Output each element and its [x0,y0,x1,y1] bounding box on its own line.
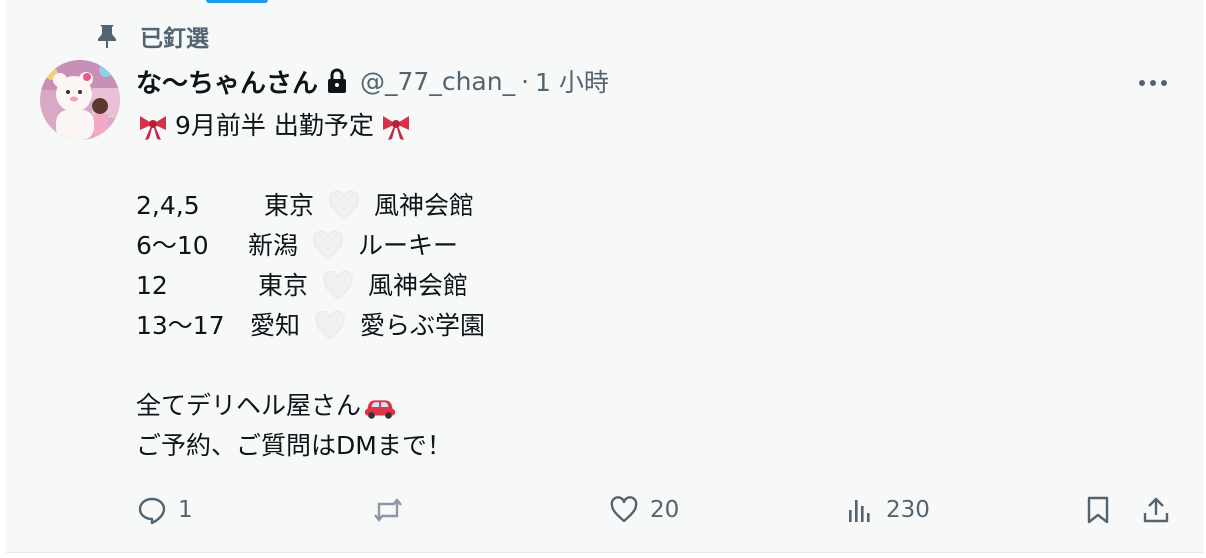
schedule-row: 13〜17 愛知 愛らぶ学園 [136,306,485,346]
white-heart-emoji [310,229,346,263]
tweet-text: 9月前半 出勤予定 2,4,5 東京 風神会館 6〜10 新潟 ルーキー 12 … [136,106,485,466]
schedule-venue: 風神会館 [368,271,469,300]
bookmark-button[interactable] [1082,488,1124,532]
heart-icon [608,494,640,526]
car-emoji [363,389,397,423]
display-name[interactable]: な〜ちゃんさん [136,63,318,100]
schedule-venue: 風神会館 [374,191,475,220]
schedule-dates: 13〜17 [136,311,225,340]
like-count: 20 [650,497,680,523]
white-heart-emoji [320,269,356,303]
views-icon [844,494,876,526]
intro-line: 9月前半 出勤予定 [136,106,485,146]
more-icon [1138,72,1168,91]
pinned-label: 已釘選 [140,26,209,52]
outro-text: 全てデリヘル屋さん [136,391,362,420]
tweet-header: な〜ちゃんさん @_77_chan_ · 1 小時 [136,60,609,102]
schedule-row: 2,4,5 東京 風神会館 [136,186,485,226]
schedule-row: 6〜10 新潟 ルーキー [136,226,485,266]
contact-text: ご予約、ご質問はDMまで！ [136,431,452,460]
intro-text: 9月前半 出勤予定 [175,111,374,140]
pinned-indicator: 已釘選 [92,20,209,52]
schedule-venue: ルーキー [358,231,459,260]
view-count: 230 [886,497,930,523]
schedule-city: 東京 [264,191,315,220]
retweet-button[interactable] [372,488,414,532]
pin-icon [92,21,122,51]
reply-button[interactable]: 1 [136,488,193,532]
more-button[interactable] [1136,64,1170,98]
bookmark-icon [1082,494,1114,526]
schedule-row: 12 東京 風神会館 [136,266,485,306]
views-button[interactable]: 230 [844,488,930,532]
user-handle[interactable]: @_77_chan_ [360,67,515,96]
ribbon-emoji [379,109,413,143]
schedule-dates: 6〜10 [136,231,209,260]
timestamp[interactable]: 1 小時 [535,63,609,99]
schedule-dates: 2,4,5 [136,191,200,220]
like-button[interactable]: 20 [608,488,679,532]
avatar[interactable] [40,60,120,140]
ribbon-emoji [136,109,170,143]
schedule-city: 愛知 [250,311,301,340]
white-heart-emoji [312,309,348,343]
outro-line: 全てデリヘル屋さん [136,386,485,426]
action-bar: 1 20 230 [136,488,1176,532]
share-icon [1140,494,1172,526]
contact-line: ご予約、ご質問はDMまで！ [136,426,485,466]
schedule-city: 東京 [258,271,309,300]
retweet-icon [372,494,404,526]
lock-icon [326,68,348,94]
schedule-city: 新潟 [248,231,299,260]
active-tab-indicator [206,0,268,3]
share-button[interactable] [1140,488,1182,532]
reply-icon [136,494,168,526]
white-heart-emoji [326,189,362,223]
schedule-venue: 愛らぶ学園 [360,311,486,340]
reply-count: 1 [178,497,193,523]
pinned-tweet-card[interactable]: 已釘選 な〜ちゃんさん @_77_chan_ · 1 小時 9月前半 出勤予定 … [6,0,1203,553]
separator-dot: · [521,66,530,96]
schedule-dates: 12 [136,271,168,300]
